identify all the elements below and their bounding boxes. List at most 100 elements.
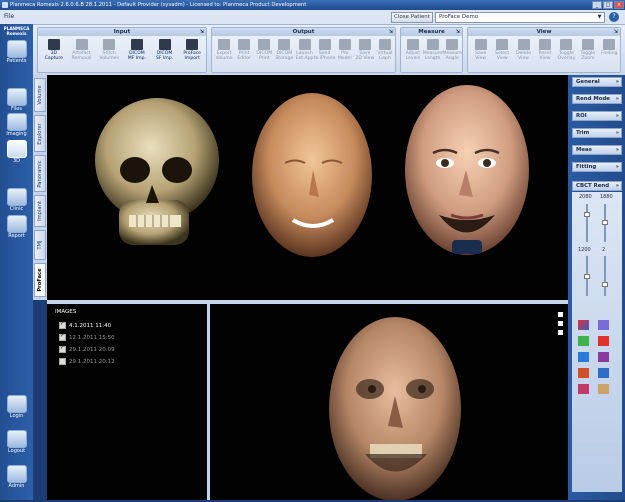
toolbar-button[interactable]: Toggle Overlay — [555, 38, 577, 72]
image-checkbox[interactable] — [59, 333, 66, 341]
nav-item-login[interactable]: Login — [3, 395, 30, 419]
tab-label: Explorer — [37, 122, 43, 145]
tool-icon — [603, 39, 616, 50]
toolbar-button[interactable]: Pro Model — [334, 38, 356, 72]
color-map-icon[interactable] — [598, 320, 609, 330]
tool-icon — [75, 39, 88, 50]
toolbar-button[interactable]: DICOM MF Imp. — [126, 38, 148, 72]
image-list-item[interactable]: 29.1.2011 20:12 — [59, 358, 115, 365]
expand-icon[interactable]: ⇲ — [614, 28, 618, 36]
minimize-button[interactable]: _ — [592, 1, 602, 9]
slider-knob[interactable] — [584, 274, 590, 279]
module-tabs: Volume Explorer Panoramic Implant TMJ ProFace — [33, 75, 47, 300]
nav-item-admin[interactable]: Admin — [3, 465, 30, 489]
chevron-icon: » — [615, 113, 619, 119]
toolbar-button-label: Pro Model — [337, 51, 352, 62]
toolbar-button[interactable]: 3D Capture — [43, 38, 65, 72]
slider-knob[interactable] — [602, 282, 608, 287]
toolbar-button[interactable]: ProFace Import — [181, 38, 203, 72]
toolbar-button[interactable]: Stitch Volumes — [98, 38, 120, 72]
image-checkbox[interactable] — [59, 358, 66, 365]
nav-item-patients[interactable]: Patients — [3, 40, 30, 64]
slider-knob[interactable] — [584, 212, 590, 217]
toolbar-button-label: Toggle Zoom — [580, 51, 596, 62]
slider-knob[interactable] — [602, 220, 608, 225]
tab-volume[interactable]: Volume — [34, 78, 46, 112]
help-button[interactable]: ? — [609, 12, 619, 22]
expand-icon[interactable]: ⇲ — [389, 28, 393, 36]
expand-icon[interactable]: ⇲ — [456, 28, 460, 36]
toolbar-button[interactable]: DICOM Storage — [273, 38, 295, 72]
color-map-icon[interactable] — [578, 336, 589, 346]
color-map-icon[interactable] — [578, 368, 589, 378]
slider-track-right[interactable] — [604, 256, 606, 296]
toolbar-button[interactable]: DICOM SF Imp. — [154, 38, 176, 72]
maximize-button[interactable]: □ — [603, 1, 613, 9]
panel-section-trim[interactable]: Trim » — [572, 128, 622, 138]
color-map-icon[interactable] — [598, 336, 609, 346]
panel-section-fitting[interactable]: Fitting » — [572, 162, 622, 172]
toolbar-button[interactable]: Measure Angle — [441, 38, 463, 72]
toolbar-group-title: Output ⇲ — [212, 28, 395, 36]
close-patient-button[interactable]: Close Patient — [391, 12, 433, 23]
nav-item-3d[interactable]: 3D — [3, 140, 30, 164]
image-checkbox[interactable] — [59, 345, 66, 353]
image-checkbox[interactable] — [59, 321, 66, 329]
tool-icon — [560, 39, 573, 50]
nav-item-logout[interactable]: Logout — [3, 430, 30, 454]
slider-track-left[interactable] — [586, 204, 588, 242]
tool-icon — [258, 39, 271, 50]
toolbar-button[interactable]: Toggle Zoom — [577, 38, 599, 72]
toolbar-button[interactable]: Virtual Ceph — [374, 38, 396, 72]
color-map-icon[interactable] — [578, 352, 589, 362]
patient-select[interactable]: ProFace Demo ▼ — [435, 12, 605, 23]
viewport-option-icon[interactable] — [558, 312, 563, 317]
3d-viewport[interactable] — [47, 75, 568, 300]
toolbar-button[interactable]: Delete View — [513, 38, 535, 72]
tab-proface[interactable]: ProFace — [34, 263, 46, 297]
color-map-icon[interactable] — [598, 384, 609, 394]
tab-implant[interactable]: Implant — [34, 195, 46, 227]
color-map-icon[interactable] — [598, 368, 609, 378]
nav-item-files[interactable]: Files — [3, 88, 30, 112]
toolbar-button[interactable]: Select View — [491, 38, 513, 72]
toolbar-button[interactable]: Finding — [598, 38, 620, 72]
nav-item-report[interactable]: Report — [3, 215, 30, 239]
tab-tmj[interactable]: TMJ — [34, 230, 46, 260]
chevron-down-icon: ▼ — [597, 14, 602, 20]
toolbar-group-input: Input ⇲ 3D Capture Artefact Removal Stitch V… — [37, 27, 207, 73]
menu-file[interactable]: File — [4, 13, 14, 20]
color-map-icon[interactable] — [578, 320, 589, 330]
panel-section-general[interactable]: General » — [572, 77, 622, 87]
image-list-item[interactable]: 4.1.2011 11:40 — [59, 321, 111, 329]
toolbar-button[interactable]: Export Volume — [213, 38, 235, 72]
image-list-item[interactable]: 12.1.2011 15:50 — [59, 333, 115, 341]
nav-item-clinic[interactable]: Clinic — [3, 188, 30, 212]
settings-icon[interactable] — [558, 330, 563, 335]
tab-explorer[interactable]: Explorer — [34, 115, 46, 152]
toolbar-button[interactable]: Launch Ext.App — [294, 38, 316, 72]
toolbar-button[interactable]: Save View — [470, 38, 492, 72]
close-window-button[interactable]: × — [614, 1, 624, 9]
nav-item-imaging[interactable]: Imaging — [3, 113, 30, 137]
toolbar-button[interactable]: Artefact Removal — [71, 38, 93, 72]
toolbar-button[interactable]: Reset View — [534, 38, 556, 72]
toolbar-button[interactable]: Print Editor — [233, 38, 255, 72]
panel-section-roi[interactable]: ROI » — [572, 111, 622, 121]
color-map-icon[interactable] — [578, 384, 589, 394]
app-logo-icon — [2, 2, 8, 8]
toolbar-button[interactable]: DICOM Print — [253, 38, 275, 72]
tool-icon — [103, 39, 116, 50]
toolbar-button[interactable]: Save 2D View — [354, 38, 376, 72]
image-list-item[interactable]: 29.1.2011 20:09 — [59, 345, 115, 353]
overlay-viewport[interactable] — [210, 304, 568, 501]
expand-icon[interactable]: ⇲ — [200, 28, 204, 36]
panel-section-rend-mode[interactable]: Rend Mode » — [572, 94, 622, 104]
tool-icon — [186, 39, 199, 50]
toolbar-button[interactable]: Send to iPhone — [314, 38, 336, 72]
panel-section-meas[interactable]: Meas » — [572, 145, 622, 155]
panel-section-cbct-rend[interactable]: CBCT Rend » — [572, 181, 622, 191]
tab-panoramic[interactable]: Panoramic — [34, 155, 46, 192]
camera-icon[interactable] — [558, 321, 563, 326]
color-map-icon[interactable] — [598, 352, 609, 362]
